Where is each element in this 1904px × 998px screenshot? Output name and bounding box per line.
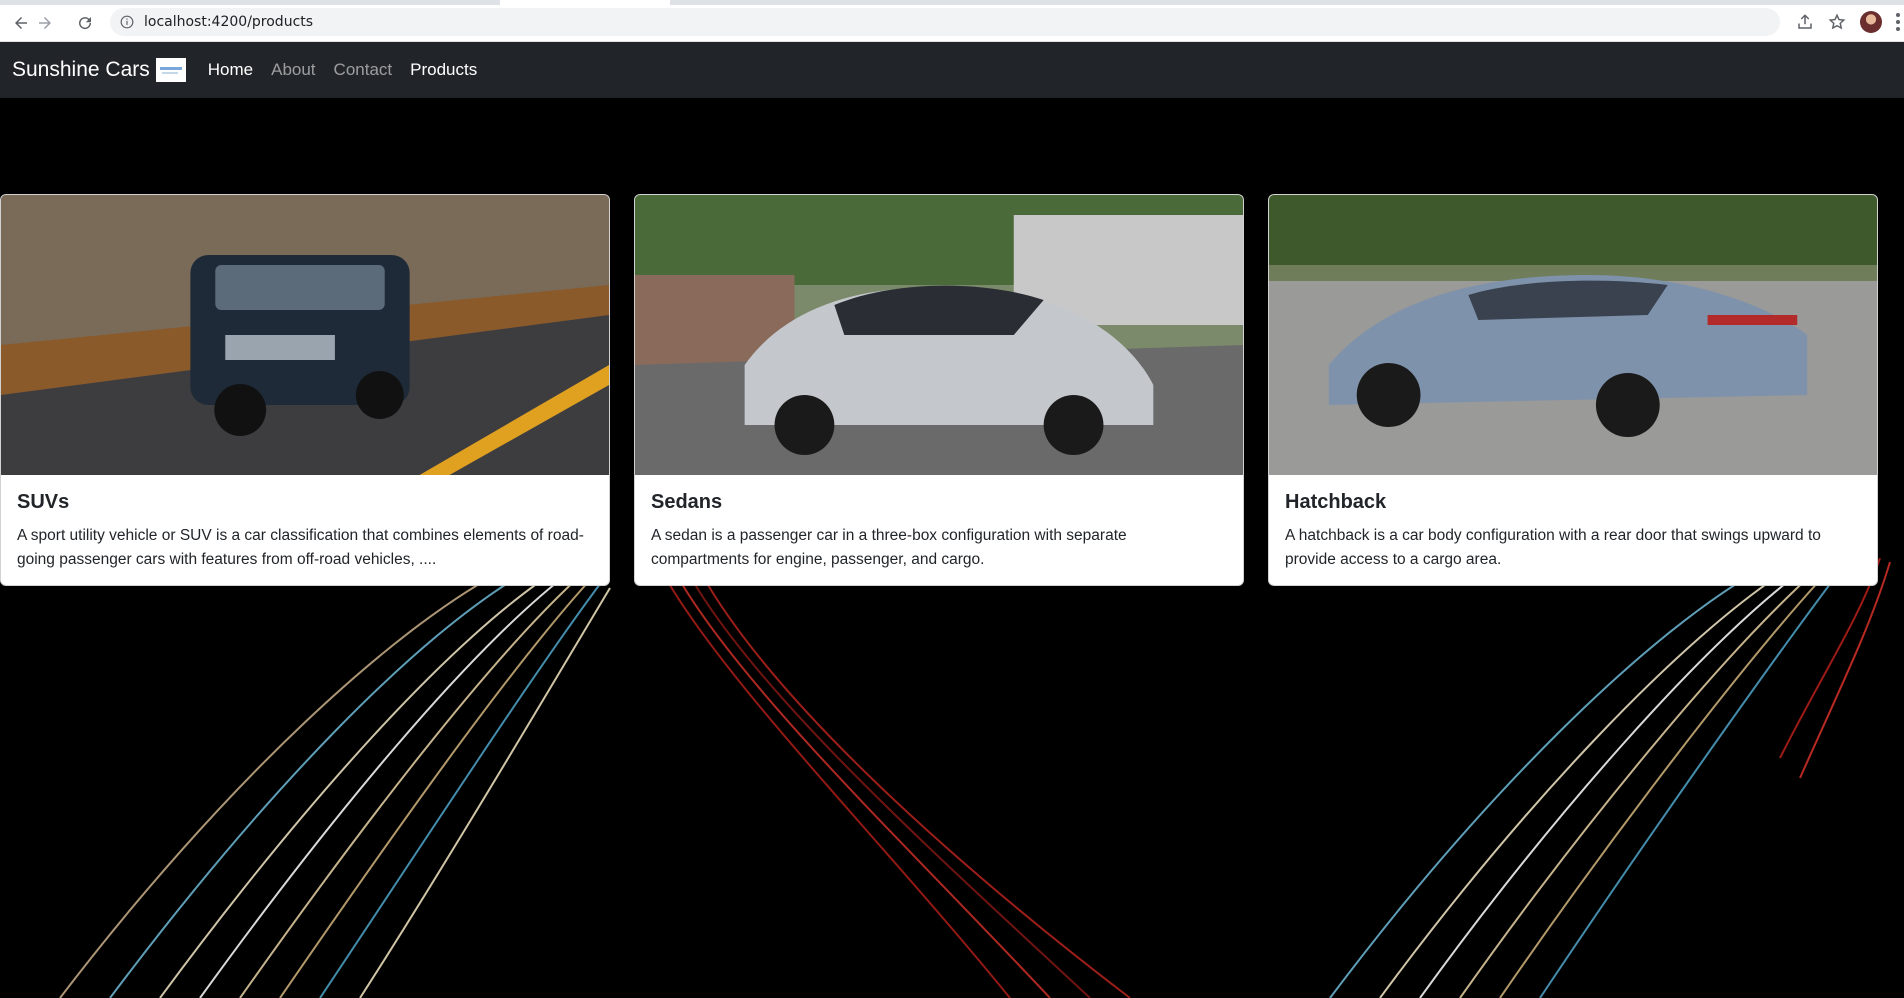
nav-products[interactable]: Products: [410, 60, 477, 80]
browser-actions: [1796, 10, 1904, 34]
card-title: Hatchback: [1285, 491, 1387, 513]
brand-logo: [155, 58, 186, 82]
hatchback-image: [1269, 195, 1877, 475]
tab-strip: [0, 0, 1904, 5]
arrow-left-icon: [15, 17, 27, 29]
reload-button[interactable]: [74, 12, 96, 34]
products-section: SUVs A sport utility vehicle or SUV is a…: [0, 98, 1904, 998]
profile-avatar[interactable]: [1860, 11, 1882, 33]
card-text: A sport utility vehicle or SUV is a car …: [17, 527, 584, 568]
product-card-suvs[interactable]: SUVs A sport utility vehicle or SUV is a…: [0, 194, 610, 586]
brand-name: Sunshine Cars: [12, 58, 150, 81]
brand-link[interactable]: Sunshine Cars: [12, 58, 186, 82]
suv-image: [1, 195, 609, 475]
light-trails-background: [59, 558, 1891, 998]
card-title: SUVs: [17, 491, 70, 513]
browser-toolbar: localhost:4200/products: [0, 0, 1904, 42]
forward-button[interactable]: [34, 12, 56, 34]
product-card-sedans[interactable]: Sedans A sedan is a passenger car in a t…: [634, 194, 1244, 586]
nav-contact[interactable]: Contact: [334, 60, 393, 80]
active-tab[interactable]: [500, 0, 670, 5]
sedan-image: [635, 195, 1243, 475]
reload-icon: [79, 17, 92, 30]
star-icon[interactable]: [1828, 13, 1846, 31]
nav-home[interactable]: Home: [208, 60, 253, 80]
card-text: A sedan is a passenger car in a three-bo…: [651, 527, 1127, 568]
card-title: Sedans: [651, 491, 723, 513]
url-text[interactable]: localhost:4200/products: [144, 14, 313, 30]
product-card-hatchback[interactable]: Hatchback A hatchback is a car body conf…: [1268, 194, 1878, 586]
site-navbar: Sunshine Cars Home About Contact Product…: [0, 42, 1904, 98]
kebab-menu-icon[interactable]: [1896, 13, 1900, 31]
address-bar[interactable]: localhost:4200/products: [110, 8, 1780, 36]
nav-about[interactable]: About: [271, 60, 315, 80]
arrow-right-icon: [39, 17, 51, 29]
card-text: A hatchback is a car body configuration …: [1285, 527, 1821, 568]
back-button[interactable]: [10, 12, 32, 34]
info-icon[interactable]: [120, 15, 134, 29]
share-icon[interactable]: [1796, 13, 1814, 31]
